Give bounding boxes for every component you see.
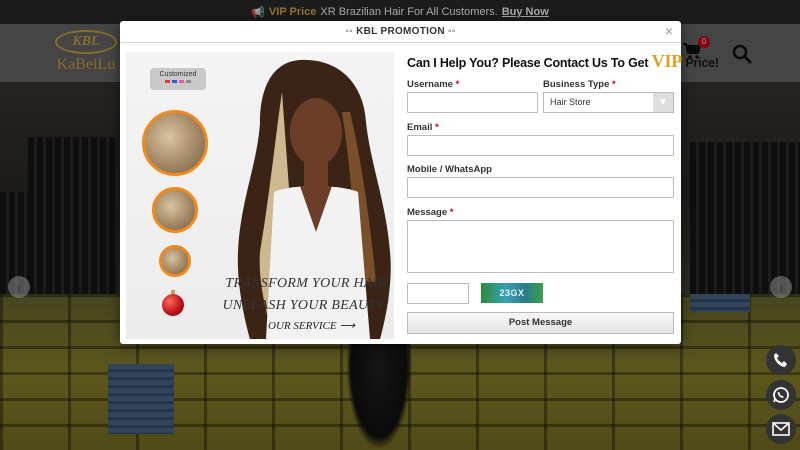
captcha-image[interactable]: 23GX (481, 283, 543, 303)
business-type-value: Hair Store (550, 97, 591, 107)
customized-badge: Customized (150, 68, 206, 90)
required-mark: * (455, 79, 460, 90)
captcha-input[interactable] (407, 283, 469, 304)
promo-tagline-2: UNLEASH YOUR BEAUTY! (222, 298, 390, 313)
whatsapp-icon[interactable] (766, 380, 796, 410)
chevron-down-icon: ▼ (653, 93, 673, 112)
vip-mark: VIP (651, 51, 683, 71)
email-input[interactable] (407, 135, 674, 156)
mobile-input[interactable] (407, 177, 674, 198)
required-mark: * (449, 207, 454, 218)
username-label-text: Username (407, 79, 453, 90)
business-type-label-text: Business Type (543, 79, 610, 90)
message-textarea[interactable] (407, 220, 674, 273)
model-portrait (237, 59, 391, 339)
username-label: Username * (407, 79, 459, 90)
our-service-link[interactable]: OUR SERVICE ⟶ (268, 319, 355, 332)
form-heading-end: Price! (682, 56, 719, 70)
post-message-button[interactable]: Post Message (407, 312, 674, 334)
promo-image: Customized TRANSFORM YOUR HAIR UNLEASH Y… (126, 52, 394, 339)
ornament-icon (162, 294, 184, 316)
mobile-label: Mobile / WhatsApp (407, 164, 492, 175)
email-label-text: Email (407, 122, 433, 133)
username-input[interactable] (407, 92, 538, 113)
phone-icon[interactable] (766, 345, 796, 375)
form-heading: Can I Help You? Please Contact Us To Get… (407, 51, 719, 72)
mail-icon[interactable] (766, 414, 796, 444)
email-label: Email * (407, 122, 439, 133)
message-label-text: Message (407, 207, 448, 218)
business-type-select[interactable]: Hair Store ▼ (543, 92, 674, 113)
form-heading-text: Can I Help You? Please Contact Us To Get (407, 56, 652, 70)
required-mark: * (612, 79, 616, 90)
hair-swatch (142, 110, 208, 176)
color-dots (150, 80, 206, 83)
message-label: Message * (407, 207, 453, 218)
promotion-modal: ◦◦ KBL PROMOTION ◦◦ × Customized TRANSFO… (120, 21, 719, 344)
business-type-label: Business Type * (543, 79, 616, 90)
close-icon[interactable]: × (665, 23, 673, 39)
required-mark: * (435, 122, 439, 133)
hair-swatch (159, 245, 191, 277)
promo-tagline-1: TRANSFORM YOUR HAIR (225, 276, 387, 291)
customized-label: Customized (159, 71, 197, 78)
hair-swatch (152, 187, 198, 233)
modal-title: ◦◦ KBL PROMOTION ◦◦ (120, 21, 681, 43)
